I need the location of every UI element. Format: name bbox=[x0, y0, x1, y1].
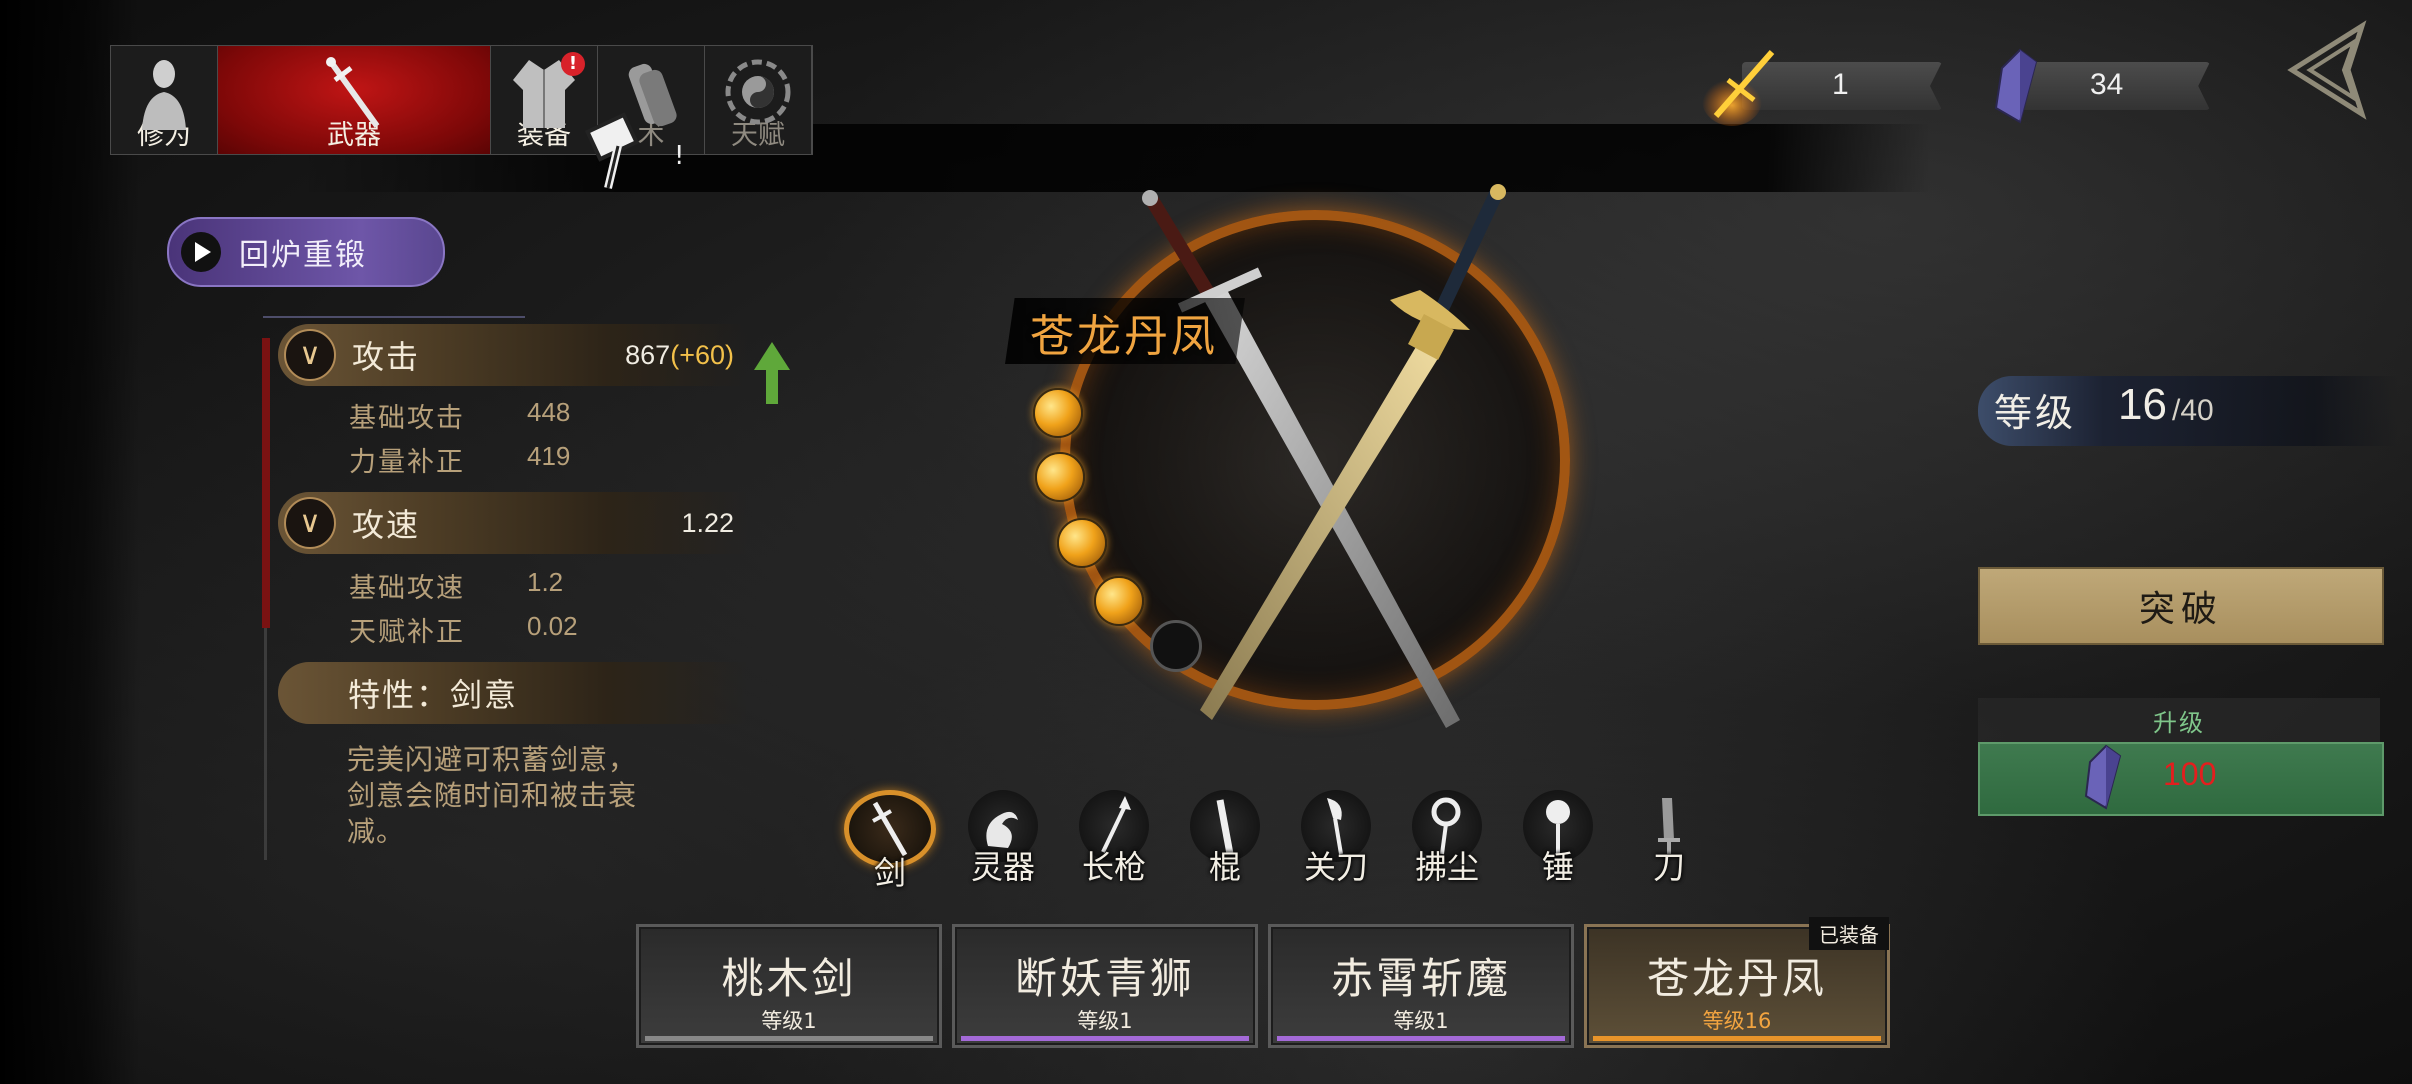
base-speed-label: 基础攻速 bbox=[349, 573, 465, 604]
weapon-card[interactable]: 桃木剑 等级1 bbox=[636, 924, 942, 1048]
weapon-card-equipped[interactable]: 已装备 苍龙丹凤 等级16 bbox=[1584, 917, 1890, 1048]
upgrade-orb-empty bbox=[1150, 620, 1202, 672]
breakthrough-button[interactable]: 突破 bbox=[1978, 567, 2384, 645]
weapon-type-label: 剑 bbox=[873, 854, 906, 892]
weapon-type-label: 刀 bbox=[1652, 848, 1685, 886]
level-label: 等级 bbox=[1994, 391, 2077, 435]
currency-sword-token[interactable]: 1 bbox=[1702, 50, 1942, 126]
level-current: 16 bbox=[2118, 380, 2167, 429]
weapon-card-level: 等级1 bbox=[1393, 1009, 1449, 1033]
weapon-card-name: 桃木剑 bbox=[721, 954, 857, 1003]
weapon-type-label: 灵器 bbox=[970, 848, 1035, 886]
increase-arrow-icon bbox=[754, 342, 790, 404]
weapon-card-level: 等级1 bbox=[761, 1009, 817, 1033]
upgrade-orb-filled bbox=[1057, 518, 1107, 568]
rarity-bar bbox=[961, 1036, 1249, 1041]
hammer-cursor-icon: ! bbox=[584, 112, 684, 189]
upgrade-header: 升级 bbox=[1978, 698, 2380, 742]
weapon-type-guandao[interactable]: 关刀 bbox=[1286, 790, 1386, 894]
weapon-card[interactable]: 断妖青狮 等级1 bbox=[952, 924, 1258, 1048]
talent-bonus-value: 0.02 bbox=[527, 611, 578, 641]
weapon-type-sword[interactable]: 剑 bbox=[840, 790, 940, 894]
reforge-label: 回炉重锻 bbox=[239, 238, 367, 273]
weapon-type-label: 锤 bbox=[1541, 848, 1574, 886]
rarity-bar bbox=[645, 1036, 933, 1041]
tab-weapon[interactable]: 武器 bbox=[218, 46, 491, 154]
base-attack-value: 448 bbox=[527, 397, 571, 427]
upgrade-label: 升级 bbox=[2153, 708, 2205, 737]
upgrade-orb-filled bbox=[1094, 576, 1144, 626]
tab-cultivation[interactable]: 修为 bbox=[111, 46, 218, 154]
category-tabs: 修为 武器 ! 装备 术 天赋 bbox=[110, 45, 813, 155]
stat-title: 攻速 bbox=[352, 506, 421, 544]
weapon-type-label: 拂尘 bbox=[1414, 848, 1479, 886]
chevron-down-icon[interactable]: ∨ bbox=[284, 329, 336, 381]
rarity-bar bbox=[1593, 1036, 1881, 1041]
play-icon bbox=[181, 232, 221, 272]
weapon-type-label: 长枪 bbox=[1081, 848, 1146, 886]
strength-bonus-value: 419 bbox=[527, 441, 571, 471]
weapon-card-name: 苍龙丹凤 bbox=[1646, 954, 1827, 1003]
attack-value: 867 bbox=[625, 339, 671, 370]
weapon-type-hammer[interactable]: 锤 bbox=[1508, 790, 1608, 894]
speed-value: 1.22 bbox=[681, 507, 734, 538]
trait-header: 特性：剑意 bbox=[278, 662, 748, 724]
golden-sword-token-icon bbox=[1702, 50, 1775, 126]
back-arrow-icon[interactable] bbox=[2284, 20, 2380, 120]
tab-talent[interactable]: 天赋 bbox=[705, 46, 812, 154]
divider bbox=[263, 316, 525, 318]
trait-description: 完美闪避可积蓄剑意，剑意会随时间和被击衰减。 bbox=[347, 743, 638, 848]
weapon-type-staff[interactable]: 棍 bbox=[1175, 790, 1275, 894]
left-shadow bbox=[0, 0, 140, 1084]
taiji-bagua-icon bbox=[725, 59, 791, 125]
stat-title: 攻击 bbox=[352, 338, 421, 376]
reforge-button[interactable]: 回炉重锻 bbox=[167, 217, 445, 287]
weapon-type-spirit[interactable]: 灵器 bbox=[953, 790, 1053, 894]
weapon-type-saber[interactable]: 刀 bbox=[1619, 790, 1719, 894]
upgrade-orb-filled bbox=[1035, 452, 1085, 502]
talent-bonus-label: 天赋补正 bbox=[349, 617, 465, 648]
chevron-down-icon[interactable]: ∨ bbox=[284, 497, 336, 549]
level-max: /40 bbox=[2172, 394, 2214, 427]
svg-text:!: ! bbox=[674, 141, 684, 171]
upgrade-orb-filled bbox=[1033, 388, 1083, 438]
notification-badge: ! bbox=[561, 52, 585, 76]
weapon-card-name: 赤霄斩魔 bbox=[1330, 954, 1511, 1003]
attack-total: 867(+60) bbox=[625, 340, 734, 371]
base-attack-label: 基础攻击 bbox=[349, 403, 465, 434]
sword-icon bbox=[326, 57, 380, 128]
stats-side-bar bbox=[264, 628, 267, 860]
weapon-type-spear[interactable]: 长枪 bbox=[1064, 790, 1164, 894]
weapon-type-whisk[interactable]: 拂尘 bbox=[1397, 790, 1497, 894]
currency-value: 1 bbox=[1832, 68, 1849, 101]
upgrade-cost: 100 bbox=[2163, 756, 2217, 792]
weapon-card-name: 断妖青狮 bbox=[1014, 954, 1195, 1003]
purple-crystal-icon bbox=[1994, 48, 2038, 124]
weapon-card[interactable]: 赤霄斩魔 等级1 bbox=[1268, 924, 1574, 1048]
rarity-bar bbox=[1277, 1036, 1565, 1041]
trait-title: 特性：剑意 bbox=[348, 676, 519, 714]
attack-stat-header[interactable]: ∨ 攻击 867(+60) bbox=[278, 324, 748, 386]
weapon-card-level: 等级1 bbox=[1077, 1009, 1133, 1033]
attack-bonus: (+60) bbox=[670, 339, 734, 370]
currency-value: 34 bbox=[2090, 68, 2124, 101]
meditation-figure-icon bbox=[142, 60, 186, 130]
weapon-name: 苍龙丹凤 bbox=[1030, 311, 1218, 362]
weapon-type-label: 棍 bbox=[1208, 848, 1241, 886]
weapon-type-label: 关刀 bbox=[1303, 848, 1368, 886]
stats-accent-bar bbox=[262, 338, 270, 628]
breakthrough-label: 突破 bbox=[2138, 589, 2223, 630]
weapon-card-level: 等级16 bbox=[1702, 1009, 1772, 1033]
purple-crystal-icon bbox=[2084, 744, 2122, 810]
base-speed-value: 1.2 bbox=[527, 567, 564, 597]
strength-bonus-label: 力量补正 bbox=[349, 447, 465, 478]
currency-crystal[interactable]: 34 bbox=[1990, 48, 2210, 124]
speed-stat-header[interactable]: ∨ 攻速 1.22 bbox=[278, 492, 748, 554]
